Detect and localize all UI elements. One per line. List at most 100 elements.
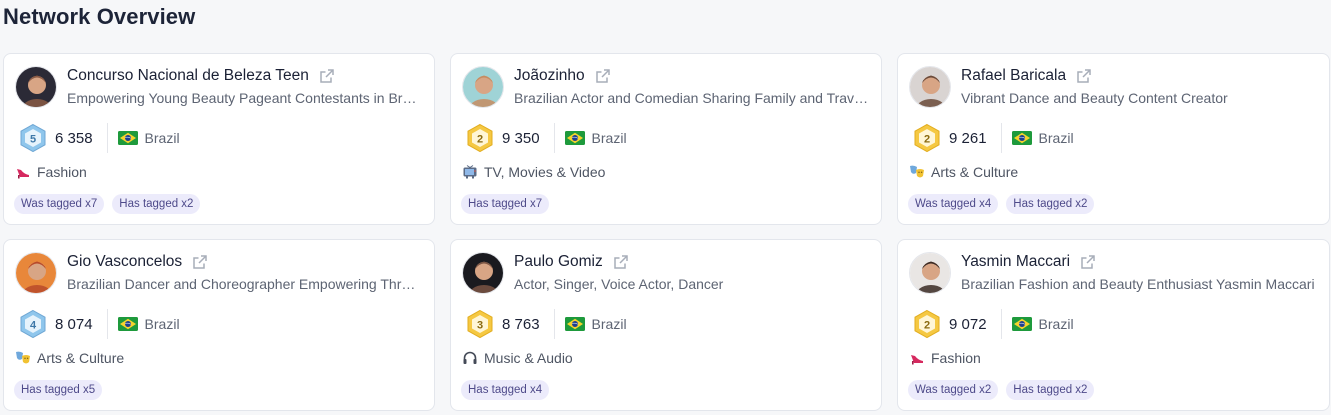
svg-text:2: 2 <box>477 134 483 146</box>
tag-chip: Has tagged x2 <box>112 194 201 214</box>
avatar[interactable] <box>909 66 951 108</box>
category-label: Arts & Culture <box>931 164 1019 180</box>
category-label: Fashion <box>931 350 981 366</box>
brazil-flag-icon <box>564 131 585 145</box>
tag-chip: Was tagged x7 <box>14 194 105 214</box>
tag-chip: Has tagged x7 <box>461 194 550 214</box>
divider <box>106 309 108 339</box>
brazil-flag-icon <box>117 317 138 331</box>
svg-text:3: 3 <box>477 320 483 332</box>
tag-list: Has tagged x5 <box>14 380 103 400</box>
level-badge-icon: 2 <box>912 123 942 153</box>
theater-masks-icon <box>909 164 925 180</box>
theater-masks-icon <box>15 350 31 366</box>
follower-count: 8 763 <box>502 315 540 333</box>
category: Fashion <box>15 164 87 180</box>
tag-chip: Was tagged x4 <box>908 194 999 214</box>
external-link-icon[interactable] <box>318 67 336 85</box>
level-badge-icon: 5 <box>18 123 48 153</box>
external-link-icon[interactable] <box>1075 67 1093 85</box>
category: Music & Audio <box>462 350 573 366</box>
category: Arts & Culture <box>15 350 124 366</box>
tag-chip: Has tagged x2 <box>1006 380 1095 400</box>
external-link-icon[interactable] <box>594 67 612 85</box>
creator-description: Actor, Singer, Voice Actor, Dancer <box>514 276 724 292</box>
category-label: Music & Audio <box>484 350 573 366</box>
brazil-flag-icon <box>1011 131 1032 145</box>
creator-name[interactable]: Yasmin Maccari <box>961 253 1070 271</box>
category-label: Fashion <box>37 164 87 180</box>
level-badge-icon: 4 <box>18 309 48 339</box>
high-heel-icon <box>909 350 925 366</box>
external-link-icon[interactable] <box>191 253 209 271</box>
creator-name[interactable]: Concurso Nacional de Beleza Teen <box>67 67 309 85</box>
divider <box>553 309 555 339</box>
avatar[interactable] <box>15 66 57 108</box>
svg-text:2: 2 <box>924 134 930 146</box>
level-badge-icon: 3 <box>465 309 495 339</box>
page-title: Network Overview <box>3 4 196 29</box>
creator-card[interactable]: Yasmin Maccari Brazilian Fashion and Beau… <box>897 239 1330 411</box>
divider <box>106 123 108 153</box>
follower-count: 8 074 <box>55 315 93 333</box>
tag-list: Was tagged x7 Has tagged x2 <box>14 194 201 214</box>
creator-card[interactable]: Joãozinho Brazilian Actor and Comedian Sh… <box>450 53 882 225</box>
follower-count: 9 350 <box>502 129 540 147</box>
country-label: Brazil <box>591 316 627 332</box>
level-badge-icon: 2 <box>465 123 495 153</box>
country-label: Brazil <box>1038 316 1074 332</box>
follower-count: 9 261 <box>949 129 987 147</box>
country-label: Brazil <box>144 130 180 146</box>
creator-card[interactable]: Paulo Gomiz Actor, Singer, Voice Actor, D… <box>450 239 882 411</box>
brazil-flag-icon <box>564 317 585 331</box>
headphones-icon <box>462 350 478 366</box>
creator-description: Brazilian Actor and Comedian Sharing Fam… <box>514 90 870 106</box>
divider <box>1000 309 1002 339</box>
creator-description: Empowering Young Beauty Pageant Contesta… <box>67 90 423 106</box>
creator-name[interactable]: Joãozinho <box>514 67 585 85</box>
creator-name[interactable]: Paulo Gomiz <box>514 253 603 271</box>
brazil-flag-icon <box>1011 317 1032 331</box>
creator-description: Brazilian Fashion and Beauty Enthusiast … <box>961 276 1315 292</box>
external-link-icon[interactable] <box>612 253 630 271</box>
country-label: Brazil <box>144 316 180 332</box>
avatar[interactable] <box>462 66 504 108</box>
creator-card[interactable]: Gio Vasconcelos Brazilian Dancer and Chor… <box>3 239 435 411</box>
divider <box>553 123 555 153</box>
high-heel-icon <box>15 164 31 180</box>
country-label: Brazil <box>591 130 627 146</box>
creator-name[interactable]: Gio Vasconcelos <box>67 253 182 271</box>
creator-card-grid: Concurso Nacional de Beleza Teen Empoweri… <box>3 53 1330 411</box>
avatar[interactable] <box>462 252 504 294</box>
brazil-flag-icon <box>117 131 138 145</box>
external-link-icon[interactable] <box>1079 253 1097 271</box>
avatar[interactable] <box>909 252 951 294</box>
svg-text:2: 2 <box>924 320 930 332</box>
follower-count: 6 358 <box>55 129 93 147</box>
country-label: Brazil <box>1038 130 1074 146</box>
creator-description: Vibrant Dance and Beauty Content Creator <box>961 90 1228 106</box>
tag-list: Has tagged x4 <box>461 380 550 400</box>
category-label: Arts & Culture <box>37 350 125 366</box>
tag-chip: Has tagged x5 <box>14 380 103 400</box>
category: Arts & Culture <box>909 164 1018 180</box>
tv-icon <box>462 164 478 180</box>
category-label: TV, Movies & Video <box>484 164 606 180</box>
follower-count: 9 072 <box>949 315 987 333</box>
creator-description: Brazilian Dancer and Choreographer Empow… <box>67 276 423 292</box>
tag-list: Was tagged x4 Has tagged x2 <box>908 194 1095 214</box>
level-badge-icon: 2 <box>912 309 942 339</box>
tag-chip: Was tagged x2 <box>908 380 999 400</box>
creator-card[interactable]: Rafael Baricala Vibrant Dance and Beauty … <box>897 53 1330 225</box>
creator-name[interactable]: Rafael Baricala <box>961 67 1066 85</box>
tag-chip: Has tagged x2 <box>1006 194 1095 214</box>
svg-text:4: 4 <box>30 320 37 332</box>
divider <box>1000 123 1002 153</box>
tag-list: Was tagged x2 Has tagged x2 <box>908 380 1095 400</box>
category: TV, Movies & Video <box>462 164 605 180</box>
avatar[interactable] <box>15 252 57 294</box>
svg-text:5: 5 <box>30 134 36 146</box>
category: Fashion <box>909 350 981 366</box>
tag-chip: Has tagged x4 <box>461 380 550 400</box>
creator-card[interactable]: Concurso Nacional de Beleza Teen Empoweri… <box>3 53 435 225</box>
